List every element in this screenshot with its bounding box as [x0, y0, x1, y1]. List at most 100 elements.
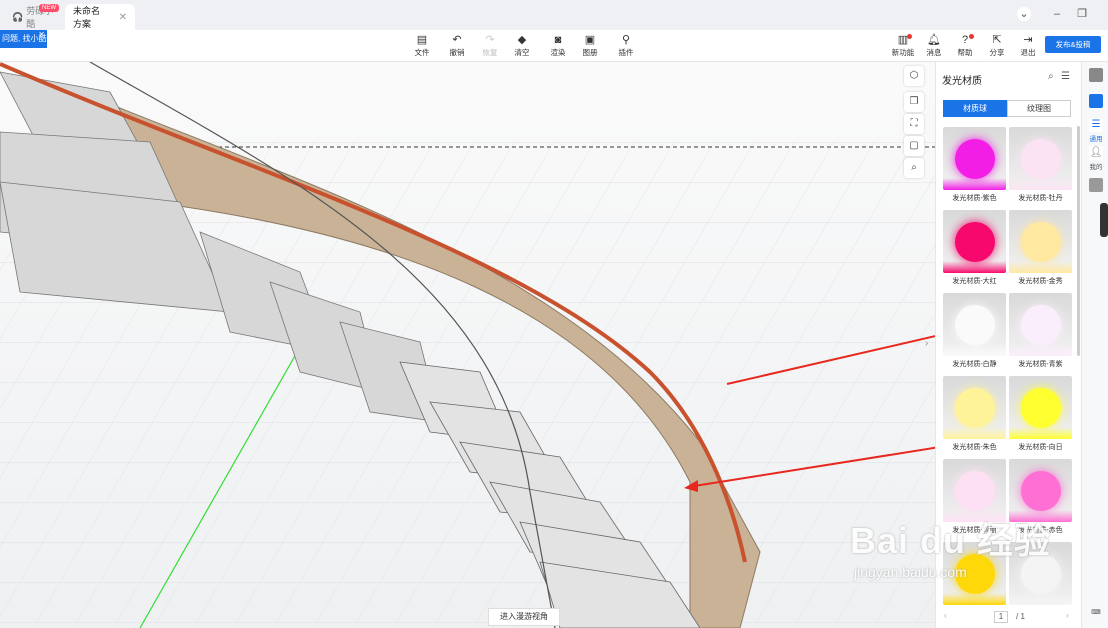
rail-item-cube[interactable]	[1086, 178, 1106, 193]
rail-item-material[interactable]	[1086, 94, 1106, 109]
frame-icon[interactable]: ▢	[904, 136, 924, 156]
tab-material-ball[interactable]: 材质球	[943, 100, 1007, 117]
material-thumbnail	[1009, 376, 1072, 439]
copy-icon[interactable]: ❐	[904, 92, 924, 112]
render-button[interactable]: ◙ 渲染	[542, 33, 574, 58]
cube-view-icon[interactable]: ⬡	[904, 66, 924, 86]
plugin-icon: ⚲	[621, 34, 631, 46]
zoom-search-icon[interactable]: ⌕	[904, 158, 924, 178]
publish-button[interactable]: 发布&投稿	[1045, 36, 1101, 53]
roam-view-button[interactable]: 进入漫游视角	[488, 608, 560, 626]
list-view-icon[interactable]: ☰	[1061, 71, 1070, 82]
material-ball	[1021, 139, 1061, 179]
share-icon: ⇱	[992, 34, 1002, 46]
material-glow	[1009, 510, 1072, 522]
close-icon[interactable]: ✕	[119, 12, 127, 23]
undo-button[interactable]: ↶ 撤销	[441, 33, 473, 58]
redo-button[interactable]: ↷ 恢复	[474, 33, 506, 58]
fit-view-icon[interactable]: ⛶	[904, 114, 924, 134]
tab-texture[interactable]: 纹理图	[1007, 100, 1071, 117]
rail-drag-handle[interactable]	[1100, 203, 1108, 237]
tab-home[interactable]: 🎧 劳碌小酷 NEW	[4, 4, 64, 30]
panel-title: 发光材质	[942, 76, 982, 87]
eraser-icon: ◆	[517, 34, 527, 46]
material-ball	[1021, 388, 1061, 428]
material-card[interactable]: 发光材质-牡丹	[1009, 127, 1072, 205]
material-card[interactable]: 发光材质-白静	[943, 293, 1006, 371]
material-card[interactable]: 发光材质-紫色	[943, 127, 1006, 205]
material-thumbnail	[943, 127, 1006, 190]
material-icon	[1089, 94, 1103, 108]
next-page-icon[interactable]: ›	[1066, 611, 1069, 620]
material-glow	[1009, 344, 1072, 356]
restore-button[interactable]: ❐	[1075, 7, 1089, 21]
rail-item-model[interactable]	[1086, 68, 1106, 83]
search-icon[interactable]: ⌕	[1048, 71, 1054, 82]
prev-page-icon[interactable]: ‹	[944, 611, 947, 620]
page-input[interactable]: 1	[994, 611, 1008, 623]
material-card[interactable]: 发光材质-金秀	[1009, 210, 1072, 288]
headset-icon: 🎧	[12, 11, 24, 22]
material-ball	[955, 388, 995, 428]
album-icon: ▣	[584, 34, 596, 46]
file-icon: ▤	[416, 34, 428, 46]
file-menu[interactable]: ▤ 文件	[406, 33, 438, 58]
minimize-button[interactable]: –	[1050, 7, 1064, 21]
help-button[interactable]: ? 帮助	[949, 33, 981, 58]
tab-current-plan[interactable]: 未命名方案 ✕	[65, 4, 135, 30]
tab-label: 未命名方案	[73, 6, 101, 29]
feedback-icon[interactable]: ⌨	[1086, 608, 1106, 616]
chevron-right-icon[interactable]: ›	[925, 338, 935, 358]
material-card[interactable]: 发光材质-大红	[943, 210, 1006, 288]
help-popup[interactable]: 问题, 找小酷 ✕	[0, 30, 47, 48]
material-card[interactable]: 发光材质-朱色	[943, 376, 1006, 454]
new-feature-icon: ▥	[897, 34, 909, 46]
material-thumbnail	[943, 376, 1006, 439]
messages-button[interactable]: 🔔︎ 消息	[918, 33, 950, 58]
render-icon: ◙	[554, 34, 562, 46]
plugin-menu[interactable]: ⚲ 插件	[610, 33, 642, 58]
rail-item-mine[interactable]: 👤︎ 我的	[1086, 146, 1106, 171]
material-label: 发光材质-大红	[952, 278, 997, 285]
bell-icon: 🔔︎	[927, 34, 941, 46]
material-ball	[955, 554, 995, 594]
album-button[interactable]: ▣ 图册	[574, 33, 606, 58]
exit-button[interactable]: ⇥ 退出	[1012, 33, 1044, 58]
rail-item-general[interactable]: ☰ 通用	[1086, 118, 1106, 143]
panel-scrollbar[interactable]	[1077, 126, 1080, 356]
material-label: 发光材质-紫色	[952, 195, 997, 202]
3d-viewport[interactable]: ⬡ ❐ ⛶ ▢ ⌕ 进入漫游视角 ›	[0, 62, 935, 628]
exit-icon: ⇥	[1023, 34, 1033, 46]
material-ball	[1021, 222, 1061, 262]
material-card[interactable]: 发光材质-赤色	[1009, 459, 1072, 537]
material-ball	[955, 305, 995, 345]
notification-dot	[907, 34, 912, 39]
material-ball	[1021, 471, 1061, 511]
main-toolbar: ▤ 文件 ↶ 撤销 ↷ 恢复 ◆ 清空 ◙ 渲染 ▣ 图册 ⚲ 插件 ▥ 新功能 🔔︎ 消息 ? 帮…	[0, 30, 1108, 62]
close-icon[interactable]: ✕	[38, 26, 45, 44]
material-card[interactable]: 发光材质-向日	[1009, 376, 1072, 454]
user-icon: 👤︎	[1089, 146, 1103, 160]
material-glow	[1009, 178, 1072, 190]
material-glow	[943, 344, 1006, 356]
chevron-down-icon[interactable]: ⌄	[1017, 7, 1031, 21]
material-glow	[1009, 261, 1072, 273]
staircase-scene[interactable]	[0, 62, 935, 628]
list-icon: ☰	[1089, 118, 1103, 132]
share-button[interactable]: ⇱ 分享	[981, 33, 1013, 58]
material-glow	[943, 261, 1006, 273]
help-icon: ?	[961, 34, 969, 46]
clear-menu[interactable]: ◆ 清空	[506, 33, 538, 58]
material-card[interactable]: 发光材质-青紫	[1009, 293, 1072, 371]
material-glow	[1009, 427, 1072, 439]
material-glow	[943, 593, 1006, 605]
material-glow	[1009, 593, 1072, 605]
material-thumbnail	[1009, 210, 1072, 273]
tab-bar: 🎧 劳碌小酷 NEW 未命名方案 ✕ ⌄ – ❐	[0, 0, 1108, 30]
new-feature-button[interactable]: ▥ 新功能	[887, 33, 919, 58]
material-ball	[955, 139, 995, 179]
material-thumbnail	[1009, 459, 1072, 522]
material-thumbnail	[1009, 127, 1072, 190]
material-glow	[943, 510, 1006, 522]
material-card[interactable]: 发光材质-青丽	[943, 459, 1006, 537]
